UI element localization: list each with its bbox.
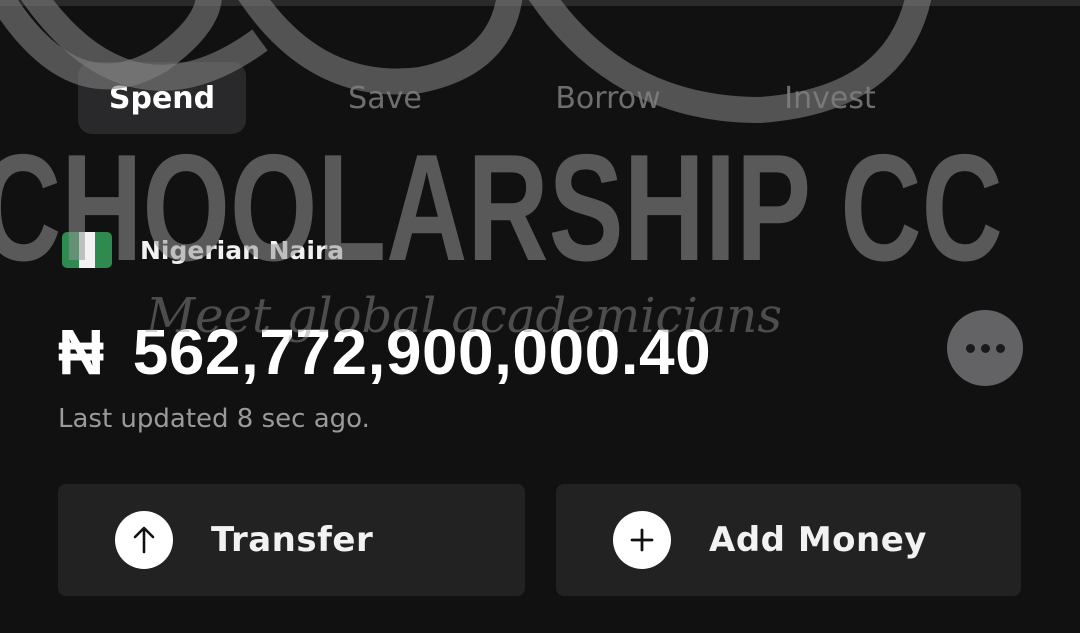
plus-icon <box>613 511 671 569</box>
transfer-button[interactable]: Transfer <box>58 484 525 596</box>
wallet-screen: Spend Save Borrow Invest Nigerian Naira … <box>0 0 1080 633</box>
add-money-button[interactable]: Add Money <box>556 484 1021 596</box>
more-options-button[interactable] <box>947 310 1023 386</box>
nigeria-flag-icon <box>62 232 112 268</box>
tab-borrow[interactable]: Borrow <box>518 62 698 134</box>
transfer-label: Transfer <box>211 520 374 560</box>
tab-invest[interactable]: Invest <box>740 62 920 134</box>
tab-save[interactable]: Save <box>300 62 470 134</box>
arrow-up-icon <box>115 511 173 569</box>
currency-selector[interactable]: Nigerian Naira <box>62 228 344 272</box>
tab-spend[interactable]: Spend <box>78 62 246 134</box>
add-money-label: Add Money <box>709 520 927 560</box>
naira-symbol: ₦ <box>58 316 105 388</box>
tab-bar: Spend Save Borrow Invest <box>70 62 925 134</box>
balance-amount: 562,772,900,000.40 <box>132 316 712 388</box>
top-edge <box>0 0 1080 6</box>
currency-name: Nigerian Naira <box>140 235 345 265</box>
last-updated-text: Last updated 8 sec ago. <box>58 404 370 434</box>
balance-display: ₦ 562,772,900,000.40 <box>58 312 711 392</box>
more-horizontal-icon <box>965 343 1005 353</box>
